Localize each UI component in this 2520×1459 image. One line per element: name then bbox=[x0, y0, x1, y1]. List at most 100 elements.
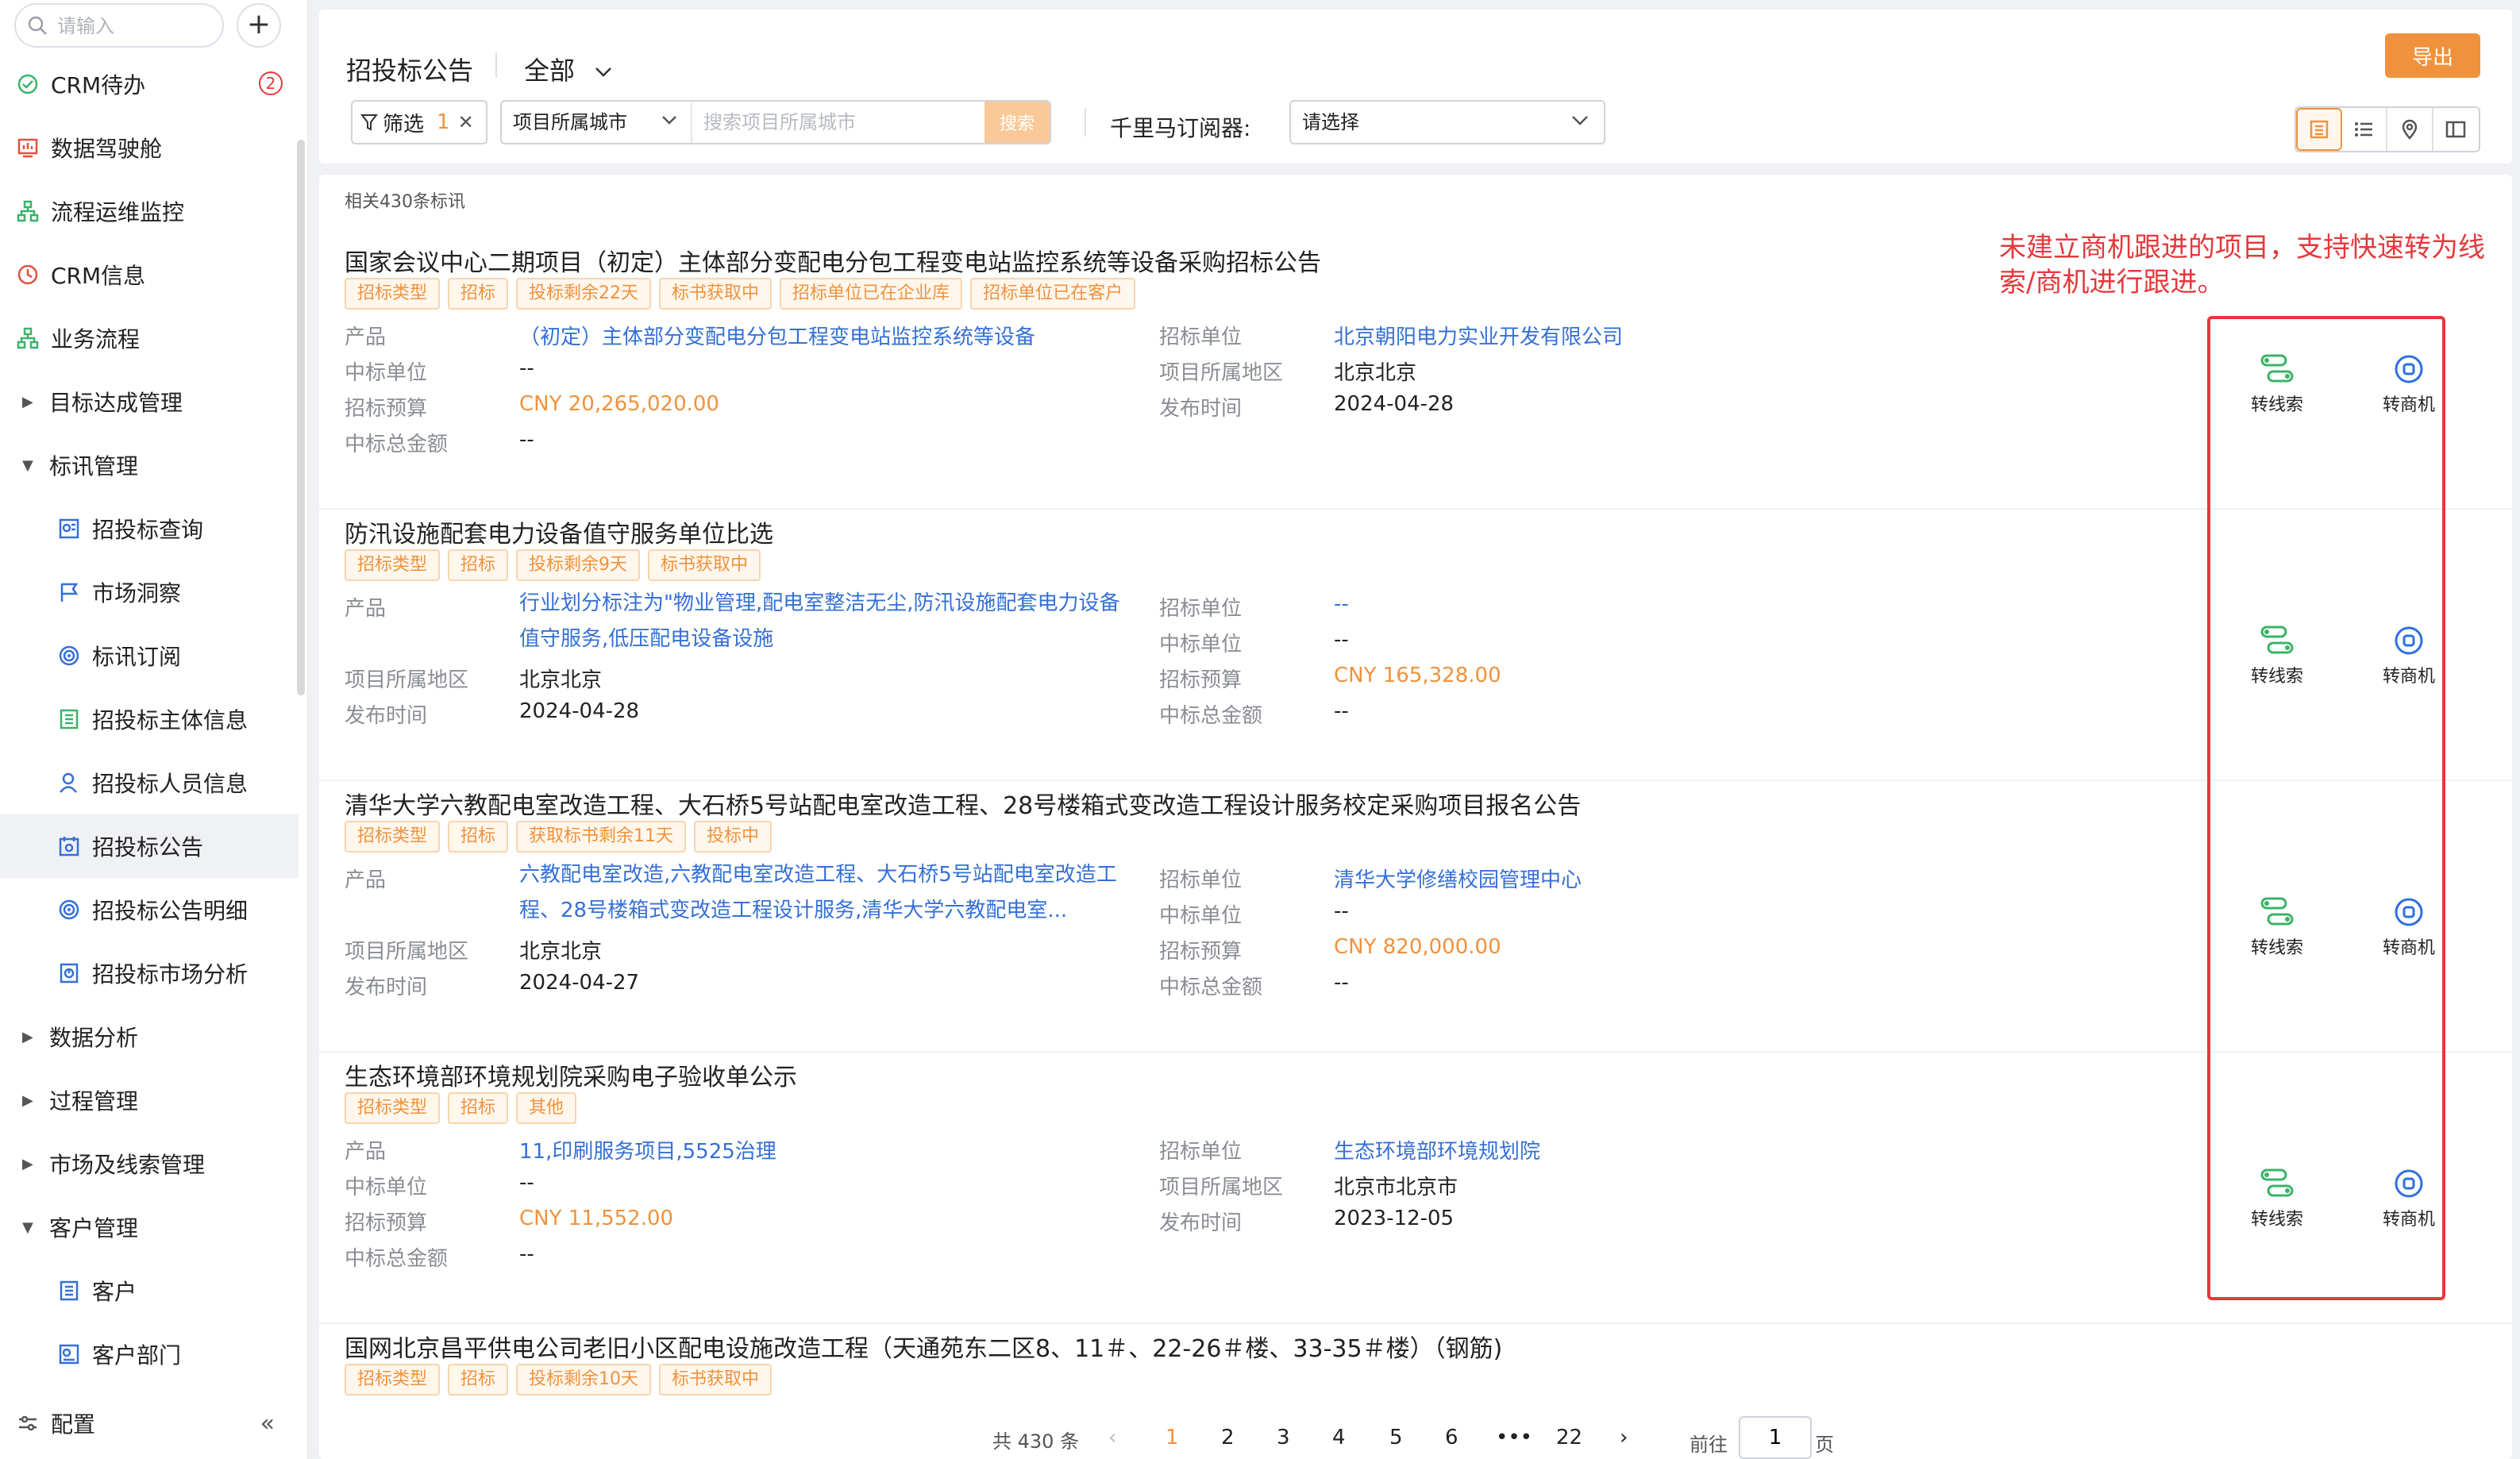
next-page-button[interactable]: › bbox=[1620, 1426, 1628, 1449]
field-label: 中标单位 bbox=[1159, 633, 1243, 656]
sidebar-item-bidder-people[interactable]: 招投标人员信息 bbox=[0, 751, 299, 814]
tag: 招标类型 bbox=[345, 1092, 441, 1124]
page-button[interactable]: 6 bbox=[1445, 1426, 1458, 1449]
city-search-group: 项目所属城市 搜索 bbox=[500, 100, 1051, 144]
field-value: -- bbox=[1334, 699, 1349, 723]
toolbar-card: 招投标公告 全部 导出 筛选 1 ✕ 项目所属城市 搜索 千里马订阅器: 请选择 bbox=[319, 10, 2512, 164]
list-icon bbox=[2355, 122, 2373, 137]
export-button[interactable]: 导出 bbox=[2385, 33, 2480, 78]
item-title[interactable]: 国网北京昌平供电公司老旧小区配电设施改造工程（天通苑东二区8、11＃、22-26… bbox=[345, 1329, 1502, 1364]
sidebar-item-customer-management[interactable]: ▼ 客户管理 bbox=[0, 1195, 299, 1259]
item-tags: 招标类型 招标 投标剩余9天 标书获取中 bbox=[345, 549, 761, 581]
route-icon bbox=[2260, 354, 2294, 383]
scope-dropdown[interactable]: 全部 bbox=[524, 51, 613, 87]
route-icon bbox=[2260, 1168, 2294, 1197]
action-label: 转商机 bbox=[2382, 1210, 2435, 1230]
convert-to-opportunity-button[interactable]: 转商机 bbox=[2361, 1167, 2456, 1230]
prev-page-button[interactable]: ‹ bbox=[1108, 1426, 1116, 1449]
convert-to-clue-button[interactable]: 转线索 bbox=[2229, 624, 2325, 687]
user-icon bbox=[60, 772, 77, 793]
convert-to-clue-button[interactable]: 转线索 bbox=[2229, 1167, 2325, 1230]
item-title[interactable]: 国家会议中心二期项目（初定）主体部分变配电分包工程变电站监控系统等设备采购招标公… bbox=[345, 243, 1321, 278]
field-value: -- bbox=[519, 356, 534, 380]
convert-to-opportunity-button[interactable]: 转商机 bbox=[2361, 895, 2456, 959]
sidebar-item-bidder-entity[interactable]: 招投标主体信息 bbox=[0, 687, 299, 751]
field-value: 北京北京 bbox=[519, 940, 603, 964]
sidebar-item-customer[interactable]: 客户 bbox=[0, 1259, 299, 1322]
field-value[interactable]: 生态环境部环境规划院 bbox=[1334, 1135, 1540, 1165]
sidebar-item-bid-management[interactable]: ▼ 标讯管理 bbox=[0, 433, 299, 497]
sidebar-item-market-leads[interactable]: ▶ 市场及线索管理 bbox=[0, 1132, 299, 1195]
sidebar-scrollbar[interactable] bbox=[297, 140, 305, 695]
settings-link[interactable]: 配置 bbox=[51, 1407, 95, 1439]
sidebar-item-bid-market-analysis[interactable]: 招投标市场分析 bbox=[0, 941, 299, 1005]
caret-right-icon: ▶ bbox=[22, 1091, 33, 1109]
collapse-sidebar-icon[interactable]: « bbox=[260, 1410, 275, 1438]
sidebar-search-input[interactable] bbox=[57, 13, 216, 40]
sidebar-item-bid-subscription[interactable]: 标讯订阅 bbox=[0, 624, 299, 687]
field-value[interactable]: -- bbox=[1334, 592, 1349, 616]
add-button[interactable]: + bbox=[237, 3, 281, 48]
goto-page-input[interactable] bbox=[1739, 1416, 1812, 1459]
pagination-total: 共 430 条 bbox=[992, 1430, 1080, 1453]
building-icon bbox=[60, 709, 79, 730]
filter-button[interactable]: 筛选 1 ✕ bbox=[351, 100, 487, 144]
city-field-select[interactable]: 项目所属城市 bbox=[502, 102, 692, 143]
split-view-button[interactable] bbox=[2433, 108, 2479, 151]
clear-filter-icon[interactable]: ✕ bbox=[458, 111, 474, 133]
sidebar-item-business-flow[interactable]: 业务流程 bbox=[0, 306, 299, 370]
page-button[interactable]: 22 bbox=[1556, 1426, 1582, 1449]
map-view-button[interactable] bbox=[2387, 108, 2433, 151]
convert-to-clue-button[interactable]: 转线索 bbox=[2229, 352, 2325, 416]
subscriber-select[interactable]: 请选择 bbox=[1289, 100, 1605, 144]
sidebar-item-data-analysis[interactable]: ▶ 数据分析 bbox=[0, 1005, 299, 1068]
sidebar-item-bid-query[interactable]: 招投标查询 bbox=[0, 497, 299, 560]
sidebar-item-dashboard[interactable]: 数据驾驶舱 bbox=[0, 116, 299, 179]
card-view-button[interactable] bbox=[2296, 108, 2342, 151]
sidebar-search[interactable] bbox=[14, 3, 224, 48]
list-view-button[interactable] bbox=[2342, 108, 2388, 151]
item-title[interactable]: 生态环境部环境规划院采购电子验收单公示 bbox=[345, 1057, 797, 1092]
sidebar-item-label: 招投标查询 bbox=[92, 517, 204, 543]
flag-icon bbox=[60, 583, 79, 602]
page-button[interactable]: 1 bbox=[1166, 1426, 1179, 1449]
page-button[interactable]: 3 bbox=[1277, 1426, 1290, 1449]
sidebar-item-customer-department[interactable]: 客户部门 bbox=[0, 1322, 299, 1386]
sidebar-item-bid-notice[interactable]: 招投标公告 bbox=[0, 814, 299, 878]
field-label: 产品 bbox=[345, 325, 387, 349]
sidebar-item-goal[interactable]: ▶ 目标达成管理 bbox=[0, 370, 299, 433]
tag: 投标剩余9天 bbox=[516, 549, 641, 581]
sidebar-item-market-insight[interactable]: 市场洞察 bbox=[0, 560, 299, 624]
page-button[interactable]: 2 bbox=[1221, 1426, 1235, 1449]
item-title[interactable]: 清华大学六教配电室改造工程、大石桥5号站配电室改造工程、28号楼箱式变改造工程设… bbox=[345, 786, 1581, 821]
sidebar-item-label: 招投标公告 bbox=[92, 834, 204, 860]
sidebar-item-bid-notice-detail[interactable]: 招投标公告明细 bbox=[0, 878, 299, 941]
page-title: 招投标公告 bbox=[346, 56, 474, 86]
tag: 获取标书剩余11天 bbox=[516, 821, 687, 853]
field-value[interactable]: 行业划分标注为"物业管理,配电室整洁无尘,防汛设施配套电力设备值守服务,低压配电… bbox=[519, 586, 1139, 657]
field-value[interactable]: 北京朝阳电力实业开发有限公司 bbox=[1334, 321, 1623, 350]
page-ellipsis[interactable]: ••• bbox=[1496, 1426, 1532, 1449]
item-title[interactable]: 防汛设施配套电力设备值守服务单位比选 bbox=[345, 514, 773, 549]
field-value[interactable]: 清华大学修缮校园管理中心 bbox=[1334, 864, 1582, 893]
field-label: 中标单位 bbox=[345, 1176, 428, 1199]
convert-to-opportunity-button[interactable]: 转商机 bbox=[2361, 352, 2456, 416]
city-search-input[interactable] bbox=[703, 108, 973, 137]
scope-value: 全部 bbox=[524, 56, 576, 86]
list-item: 生态环境部环境规划院采购电子验收单公示 招标类型 招标 其他 产品 11,印刷服务… bbox=[319, 1053, 2512, 1324]
sidebar-item-crm-info[interactable]: CRM信息 bbox=[0, 243, 299, 306]
sidebar-item-crm-todo[interactable]: CRM待办 2 bbox=[0, 52, 299, 116]
todo-badge: 2 bbox=[259, 71, 283, 95]
page-button[interactable]: 5 bbox=[1389, 1426, 1403, 1449]
tag: 标书获取中 bbox=[659, 1364, 773, 1395]
field-label: 项目所属地区 bbox=[345, 940, 469, 964]
search-button[interactable]: 搜索 bbox=[984, 102, 1050, 143]
sidebar-item-process-management[interactable]: ▶ 过程管理 bbox=[0, 1068, 299, 1132]
field-value[interactable]: （初定）主体部分变配电分包工程变电站监控系统等设备 bbox=[519, 321, 1035, 350]
page-button[interactable]: 4 bbox=[1332, 1426, 1346, 1449]
convert-to-opportunity-button[interactable]: 转商机 bbox=[2361, 624, 2456, 687]
sidebar-item-process-monitor[interactable]: 流程运维监控 bbox=[0, 179, 299, 243]
field-value[interactable]: 11,印刷服务项目,5525治理 bbox=[519, 1135, 776, 1165]
field-value[interactable]: 六教配电室改造,六教配电室改造工程、大石桥5号站配电室改造工程、28号楼箱式变改… bbox=[519, 857, 1139, 929]
convert-to-clue-button[interactable]: 转线索 bbox=[2229, 895, 2325, 959]
